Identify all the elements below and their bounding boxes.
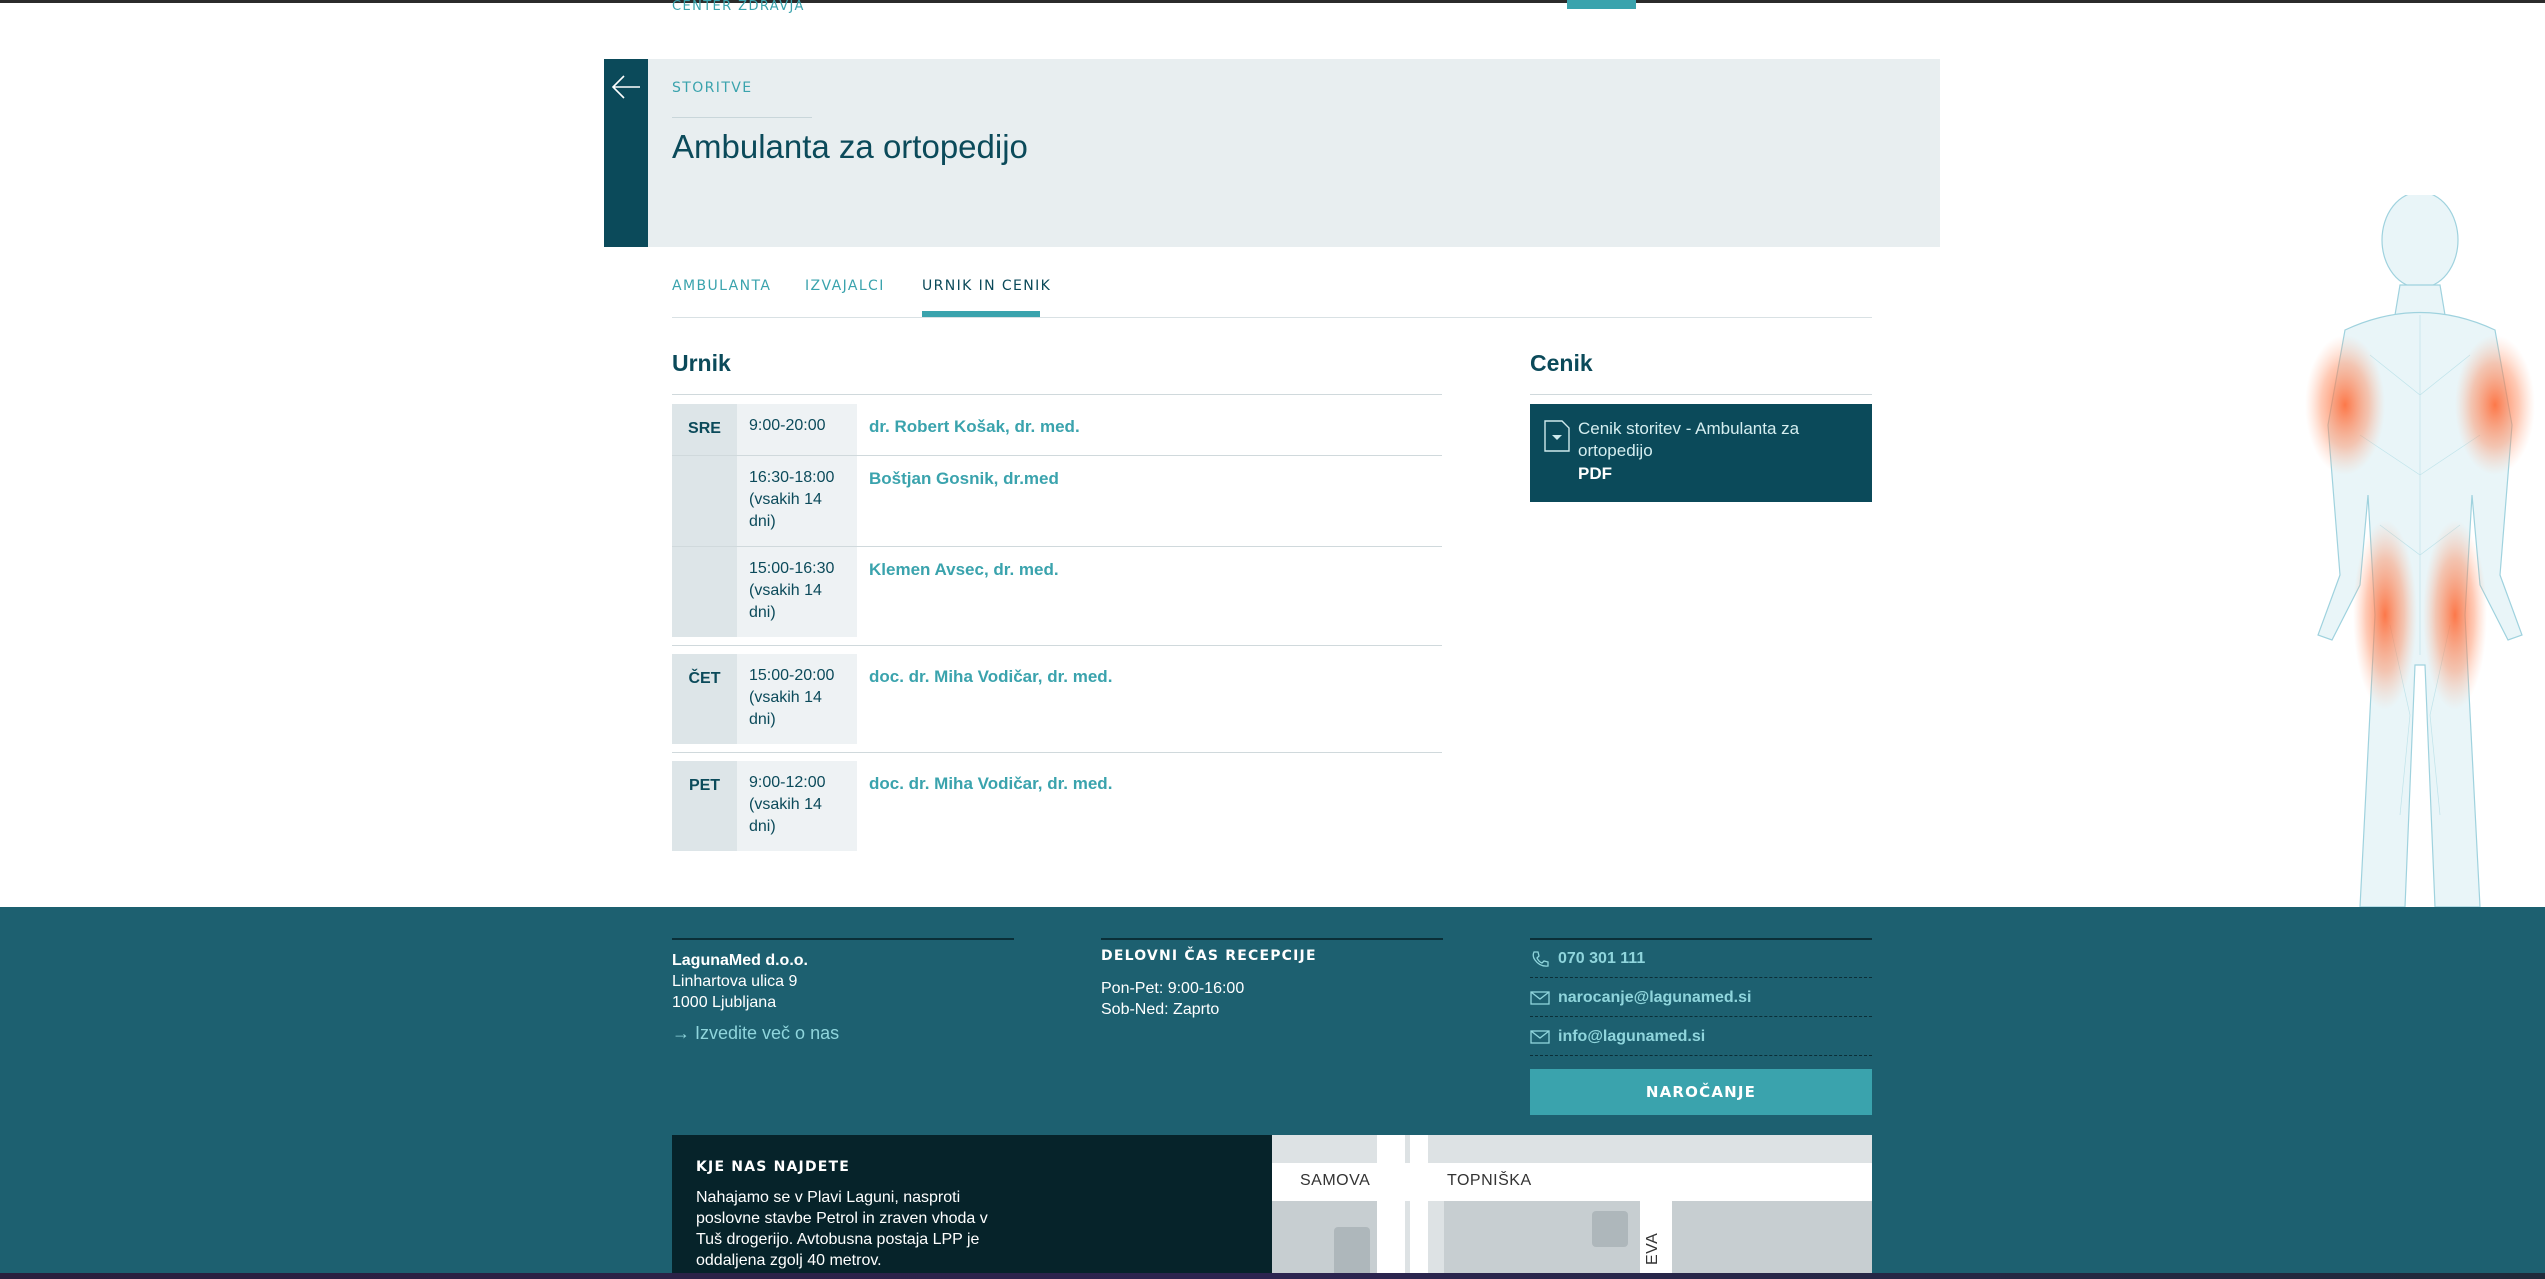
browser-bottom-edge (0, 1273, 2545, 1279)
reception-hours-title: DELOVNI ČAS RECEPCIJE (1101, 948, 1317, 964)
map-building (1334, 1227, 1370, 1279)
map-road (1377, 1135, 1405, 1279)
tab-urnik-in-cenik[interactable]: URNIK IN CENIK (922, 278, 1051, 294)
phone-number: 070 301 111 (1558, 950, 1646, 967)
tab-ambulanta[interactable]: AMBULANTA (672, 278, 771, 294)
map-road (1410, 1135, 1428, 1279)
arrow-left-icon (611, 75, 640, 99)
about-us-link-label: Izvedite več o nas (695, 1023, 840, 1043)
company-info: LagunaMed d.o.o. Linhartova ulica 9 1000… (672, 950, 808, 1013)
email-booking: narocanje@lagunamed.si (1558, 989, 1752, 1006)
schedule-time: 16:30-18:00 (vsakih 14 dni) (737, 456, 857, 546)
price-list-file-name: Cenik storitev - Ambulanta za ortopedijo (1578, 419, 1800, 460)
schedule-time: 9:00-12:00 (vsakih 14 dni) (737, 761, 857, 851)
price-list-title: Cenik (1530, 350, 1593, 376)
file-type-label: PDF (1578, 464, 1612, 483)
location-map[interactable]: SAMOVA TOPNIŠKA EVA (1272, 1135, 1872, 1279)
schedule-title: Urnik (672, 350, 731, 376)
divider (672, 938, 1014, 940)
hours-weekdays: Pon-Pet: 9:00-16:00 (1101, 980, 1245, 997)
phone-icon (1532, 951, 1549, 967)
active-tab-indicator (922, 311, 1040, 317)
top-nav-crumb[interactable]: CENTER ZDRAVJA (672, 0, 805, 14)
map-street-label: EVA (1644, 1232, 1661, 1265)
doctor-link[interactable]: Klemen Avsec, dr. med. (869, 560, 1059, 580)
page-title: Ambulanta za ortopedijo (672, 128, 1028, 165)
tab-izvajalci[interactable]: IZVAJALCI (805, 278, 885, 294)
schedule-day: SRE (672, 404, 737, 455)
tab-bar: AMBULANTA IZVAJALCI URNIK IN CENIK (672, 272, 1872, 318)
divider (1101, 938, 1443, 940)
file-download-icon (1544, 420, 1570, 452)
company-name: LagunaMed d.o.o. (672, 952, 808, 969)
doctor-link[interactable]: Boštjan Gosnik, dr.med (869, 469, 1059, 489)
email-info-link[interactable]: info@lagunamed.si (1530, 1018, 1872, 1056)
divider (672, 645, 1442, 646)
schedule-time: 15:00-16:30 (vsakih 14 dni) (737, 547, 857, 637)
price-list-download[interactable]: Cenik storitev - Ambulanta za ortopedijo… (1530, 404, 1872, 502)
find-us-description: Nahajamo se v Plavi Laguni, nasproti pos… (696, 1189, 988, 1269)
schedule-day (672, 547, 737, 637)
find-us-title: KJE NAS NAJDETE (696, 1159, 851, 1175)
mail-icon (1530, 1030, 1550, 1044)
schedule-day (672, 456, 737, 546)
schedule-day: ČET (672, 654, 737, 744)
arrow-right-icon: → (672, 1023, 690, 1043)
phone-link[interactable]: 070 301 111 (1530, 940, 1872, 978)
map-block (1672, 1201, 1872, 1279)
body-figure-illustration (2305, 195, 2535, 907)
hours-weekend: Sob-Ned: Zaprto (1101, 1001, 1220, 1018)
back-button[interactable] (604, 59, 648, 247)
divider (672, 394, 1442, 395)
address-city: 1000 Ljubljana (672, 994, 777, 1011)
map-building (1592, 1211, 1628, 1247)
doctor-link[interactable]: dr. Robert Košak, dr. med. (869, 417, 1080, 437)
find-us-panel: KJE NAS NAJDETE Nahajamo se v Plavi Lagu… (672, 1135, 1272, 1279)
schedule-day: PET (672, 761, 737, 851)
divider (1530, 394, 1872, 395)
schedule-time: 15:00-20:00 (vsakih 14 dni) (737, 654, 857, 744)
mail-icon (1530, 991, 1550, 1005)
reception-hours: Pon-Pet: 9:00-16:00 Sob-Ned: Zaprto (1101, 978, 1244, 1020)
email-booking-link[interactable]: narocanje@lagunamed.si (1530, 979, 1872, 1017)
divider (672, 752, 1442, 753)
top-nav-active-indicator (1567, 0, 1636, 9)
map-street-label: TOPNIŠKA (1447, 1172, 1532, 1189)
address-street: Linhartova ulica 9 (672, 973, 798, 990)
doctor-link[interactable]: doc. dr. Miha Vodičar, dr. med. (869, 774, 1112, 794)
schedule-time: 9:00-20:00 (737, 404, 857, 455)
doctor-link[interactable]: doc. dr. Miha Vodičar, dr. med. (869, 667, 1112, 687)
about-us-link[interactable]: → Izvedite več o nas (672, 1023, 839, 1044)
booking-button[interactable]: NAROČANJE (1530, 1069, 1872, 1115)
breadcrumb-divider (672, 117, 812, 118)
map-street-label: SAMOVA (1300, 1172, 1371, 1189)
top-border (0, 0, 2545, 3)
email-info: info@lagunamed.si (1558, 1028, 1706, 1045)
breadcrumb[interactable]: STORITVE (672, 80, 753, 96)
